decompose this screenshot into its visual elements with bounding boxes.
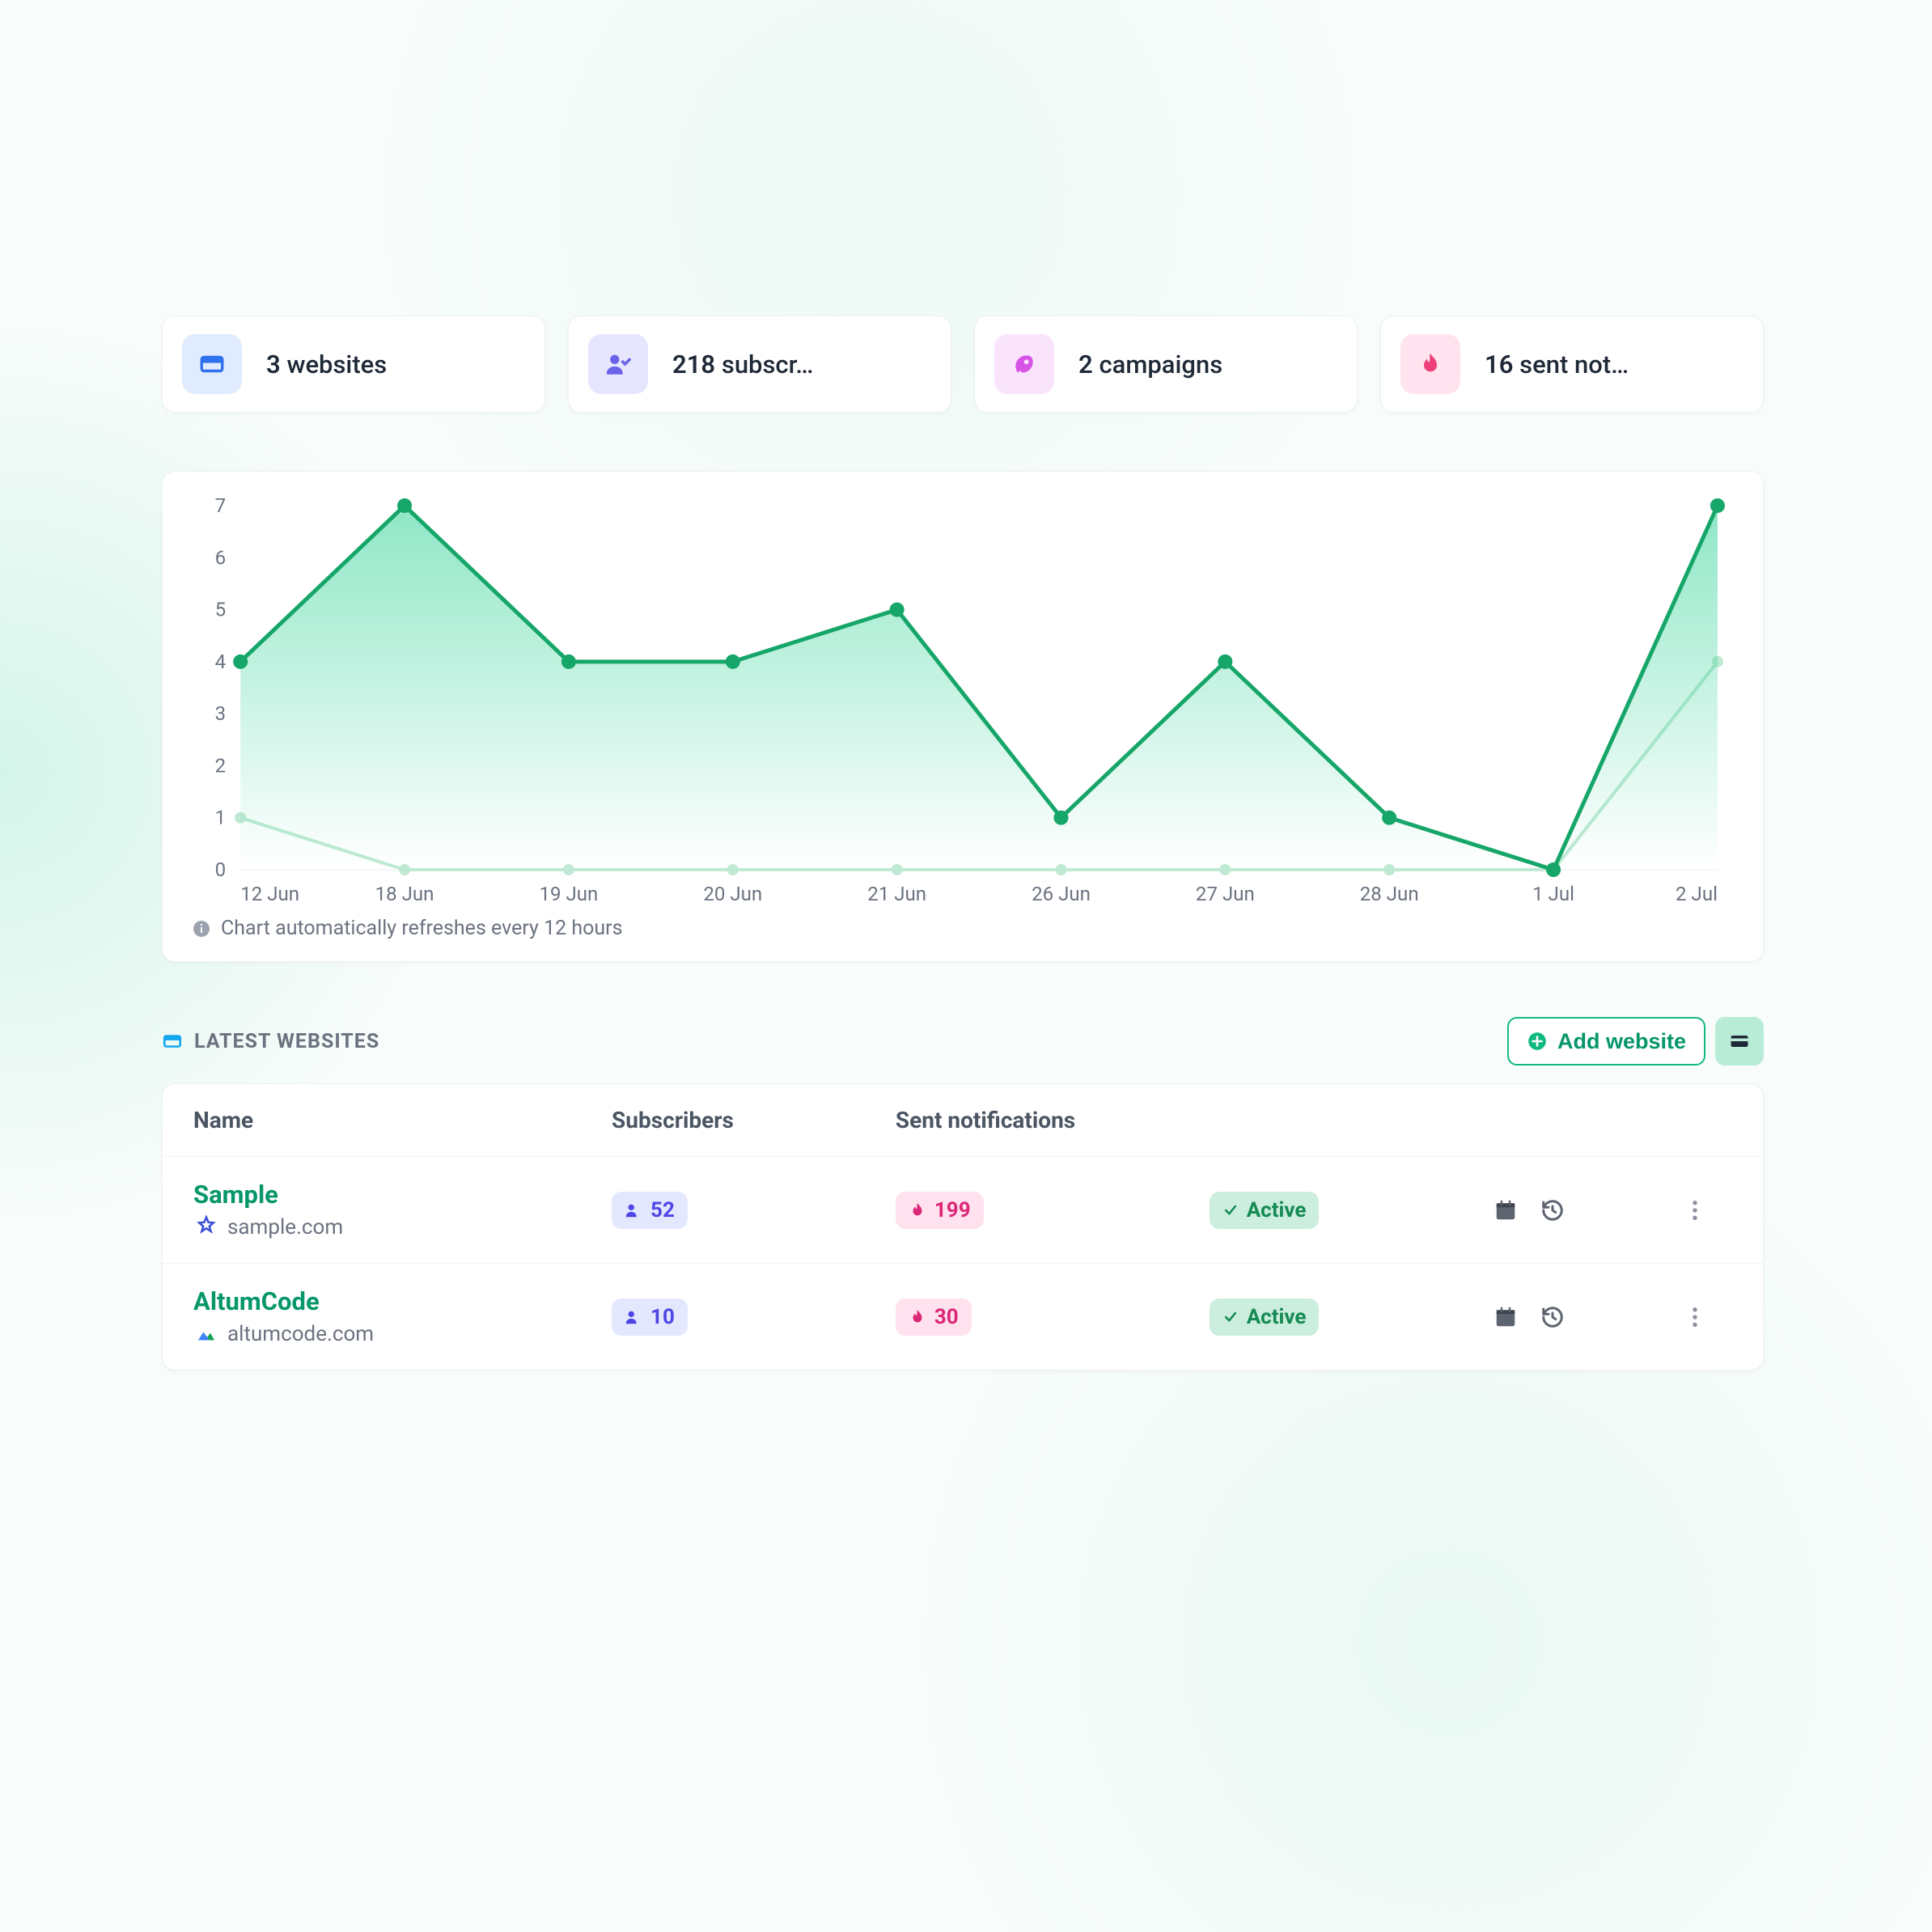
favicon-icon <box>193 1321 219 1347</box>
svg-text:28 Jun: 28 Jun <box>1360 883 1419 905</box>
svg-text:27 Jun: 27 Jun <box>1196 883 1255 905</box>
stat-websites-text: 3 websites <box>266 350 387 379</box>
plus-circle-icon <box>1527 1031 1548 1052</box>
manage-websites-button[interactable] <box>1715 1017 1764 1066</box>
svg-text:3: 3 <box>215 702 227 725</box>
status-badge: Active <box>1210 1192 1320 1229</box>
svg-text:2: 2 <box>215 754 227 777</box>
kebab-icon <box>1692 1306 1698 1328</box>
subscribers-icon <box>588 334 648 394</box>
website-domain: sample.com <box>227 1215 343 1239</box>
svg-text:20 Jun: 20 Jun <box>703 883 762 905</box>
svg-text:19 Jun: 19 Jun <box>539 883 598 905</box>
chart-note: Chart automatically refreshes every 12 h… <box>192 917 1734 940</box>
svg-text:26 Jun: 26 Jun <box>1032 883 1091 905</box>
sent-pill: 199 <box>896 1192 984 1229</box>
stat-campaigns[interactable]: 2 campaigns <box>974 316 1358 413</box>
latest-websites-header: Latest Websites Add website <box>162 1017 1764 1066</box>
sent-pill: 30 <box>896 1299 972 1336</box>
svg-text:0: 0 <box>215 858 227 881</box>
svg-text:6: 6 <box>215 546 227 569</box>
history-button[interactable] <box>1540 1198 1565 1222</box>
fire-icon <box>909 1201 926 1219</box>
websites-table: Name Subscribers Sent notifications Samp… <box>162 1083 1764 1371</box>
status-badge: Active <box>1210 1299 1320 1336</box>
stat-subscribers[interactable]: 218 subscr… <box>568 316 951 413</box>
fire-icon <box>909 1308 926 1326</box>
history-icon <box>1540 1305 1565 1329</box>
svg-text:12 Jun: 12 Jun <box>240 883 299 905</box>
svg-text:1: 1 <box>215 807 227 829</box>
history-button[interactable] <box>1540 1305 1565 1329</box>
user-icon <box>625 1201 642 1219</box>
calendar-button[interactable] <box>1493 1198 1518 1222</box>
kebab-icon <box>1692 1199 1698 1222</box>
info-icon <box>192 919 211 938</box>
svg-text:2 Jul: 2 Jul <box>1676 883 1718 905</box>
campaigns-icon <box>994 334 1054 394</box>
row-menu-button[interactable] <box>1658 1199 1732 1222</box>
user-icon <box>625 1308 642 1326</box>
stat-websites[interactable]: 3 websites <box>162 316 545 413</box>
svg-text:4: 4 <box>215 650 227 673</box>
th-name: Name <box>193 1107 612 1133</box>
stats-row: 3 websites 218 subscr… 2 campaigns <box>162 316 1764 413</box>
website-name-link[interactable]: Sample <box>193 1180 612 1210</box>
th-subscribers: Subscribers <box>612 1107 896 1133</box>
row-menu-button[interactable] <box>1658 1306 1732 1328</box>
stat-campaigns-text: 2 campaigns <box>1078 350 1222 379</box>
table-row: AltumCode altumcode.com 10 30 <box>163 1263 1763 1370</box>
calendar-icon <box>1493 1198 1518 1222</box>
subscribers-pill: 52 <box>612 1192 688 1229</box>
svg-text:18 Jun: 18 Jun <box>375 883 434 905</box>
activity-chart: 0 1 2 3 4 5 6 7 12 Jun 18 Jun 19 Jun 20 Jun 21 Jun 26… <box>192 498 1734 910</box>
card-icon <box>1728 1030 1751 1053</box>
website-domain: altumcode.com <box>227 1322 374 1346</box>
stat-subscribers-text: 218 subscr… <box>672 350 813 379</box>
svg-text:21 Jun: 21 Jun <box>867 883 926 905</box>
check-icon <box>1222 1202 1239 1218</box>
chart-card: 0 1 2 3 4 5 6 7 12 Jun 18 Jun 19 Jun 20 Jun 21 Jun 26… <box>162 471 1764 962</box>
check-icon <box>1222 1309 1239 1325</box>
website-name-link[interactable]: AltumCode <box>193 1286 612 1316</box>
favicon-icon <box>193 1214 219 1240</box>
stat-sent[interactable]: 16 sent not… <box>1380 316 1764 413</box>
svg-text:5: 5 <box>215 599 227 621</box>
calendar-icon <box>1493 1305 1518 1329</box>
websites-icon <box>182 334 242 394</box>
svg-text:1 Jul: 1 Jul <box>1532 883 1574 905</box>
svg-text:7: 7 <box>215 498 227 517</box>
calendar-button[interactable] <box>1493 1305 1518 1329</box>
websites-icon <box>162 1031 183 1052</box>
section-title: Latest Websites <box>194 1030 379 1053</box>
add-website-button[interactable]: Add website <box>1507 1017 1705 1066</box>
stat-sent-text: 16 sent not… <box>1485 350 1629 379</box>
subscribers-pill: 10 <box>612 1299 688 1336</box>
th-sent: Sent notifications <box>896 1107 1210 1133</box>
table-row: Sample sample.com 52 199 <box>163 1156 1763 1263</box>
sent-icon <box>1400 334 1460 394</box>
history-icon <box>1540 1198 1565 1222</box>
